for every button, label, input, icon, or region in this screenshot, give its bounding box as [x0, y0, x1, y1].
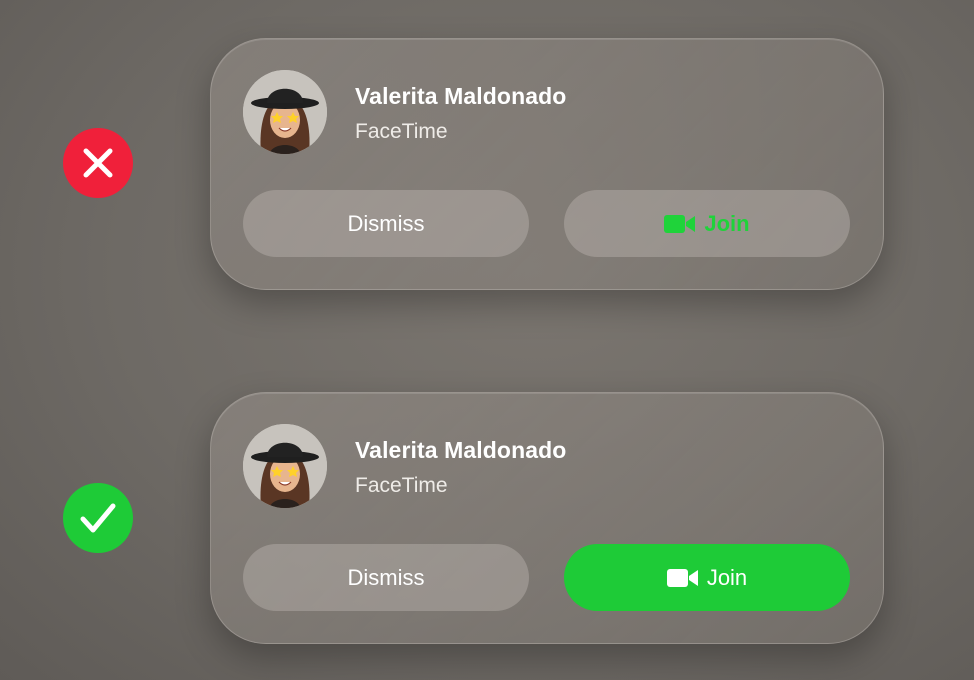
facetime-notification-incorrect: Valerita Maldonado FaceTime Dismiss Join — [210, 38, 884, 290]
checkmark-icon — [80, 503, 116, 533]
video-camera-icon — [666, 568, 699, 588]
x-icon — [83, 148, 113, 178]
app-name: FaceTime — [355, 474, 448, 497]
dismiss-button[interactable]: Dismiss — [243, 544, 529, 611]
join-button[interactable]: Join — [564, 190, 850, 257]
incorrect-badge — [63, 128, 133, 198]
dismiss-button[interactable]: Dismiss — [243, 190, 529, 257]
app-name: FaceTime — [355, 120, 448, 143]
avatar — [243, 70, 327, 154]
join-label: Join — [706, 564, 748, 590]
caller-name: Valerita Maldonado — [355, 437, 567, 463]
facetime-notification-correct: Valerita Maldonado FaceTime Dismiss Join — [210, 392, 884, 644]
correct-badge — [63, 483, 133, 553]
video-camera-icon — [664, 214, 696, 234]
avatar — [243, 424, 327, 508]
caller-name: Valerita Maldonado — [355, 83, 567, 109]
join-label: Join — [704, 210, 750, 236]
dismiss-label: Dismiss — [347, 210, 425, 236]
join-button[interactable]: Join — [564, 544, 850, 611]
dismiss-label: Dismiss — [347, 564, 425, 590]
